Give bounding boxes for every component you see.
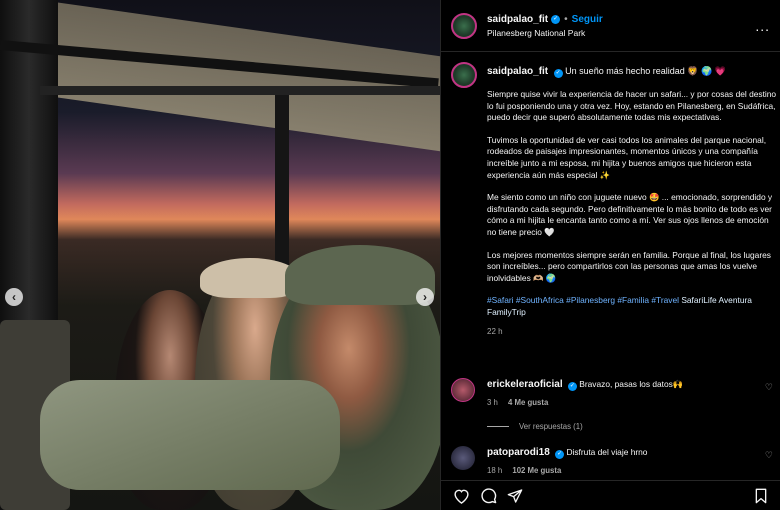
comment-likes[interactable]: 102 Me gusta [512,466,561,475]
hashtag-link[interactable]: #Pilanesberg [566,295,615,305]
post-header: saidpalao_fit ✓ • Seguir Pilanesberg Nat… [441,0,780,52]
carousel-next-button[interactable]: › [416,288,434,306]
post-caption: saidpalao_fit ✓ Un sueño más hecho reali… [451,62,776,382]
caption-paragraph: Los mejores momentos siempre serán en fa… [487,249,771,283]
comment-item: erickeleraoficial ✓ Bravazo, pasas los d… [451,378,773,418]
caption-paragraph: Tuvimos la oportunidad de ver casi todos… [487,134,767,180]
share-icon[interactable] [506,487,524,505]
comment-time: 18 h [487,466,503,475]
commenter-avatar[interactable] [451,378,475,402]
post-location[interactable]: Pilanesberg National Park [487,28,603,38]
verified-badge-icon: ✓ [555,450,565,459]
comment-text: Bravazo, pasas los datos🙌 [579,379,684,389]
replies-divider [487,426,509,427]
commenter-avatar[interactable] [451,446,475,470]
hashtag-link[interactable]: #SouthAfrica [516,295,564,305]
hashtag-link[interactable]: #Familia [617,295,649,305]
cap-figure [285,245,435,305]
arm-figure [40,380,340,490]
comment-time: 3 h [487,398,498,407]
comment-text: Disfruta del viaje hrno [566,447,648,457]
post-details-panel: saidpalao_fit ✓ • Seguir Pilanesberg Nat… [440,0,780,510]
verified-badge-icon: ✓ [551,14,561,24]
heart-icon[interactable] [452,487,470,505]
verified-badge-icon: ✓ [567,382,577,391]
commenter-username[interactable]: erickeleraoficial [487,379,563,390]
comment-likes[interactable]: 4 Me gusta [508,398,548,407]
caption-paragraph: Me siento como un niño con juguete nuevo… [487,192,773,237]
author-username[interactable]: saidpalao_fit [487,14,548,25]
hashtag-link[interactable]: #Travel [651,295,679,305]
separator-dot: • [564,13,568,25]
verified-badge-icon: ✓ [553,69,563,78]
comment-like-heart-icon[interactable]: ♡ [765,450,773,461]
comment-like-heart-icon[interactable]: ♡ [765,382,773,393]
caption-headline: Un sueño más hecho realidad 🦁 🌍 💗 [565,66,726,76]
post-photo[interactable]: ‹ › [0,0,440,510]
view-replies-label: Ver respuestas (1) [519,422,583,431]
caption-hashtags: #Safari #SouthAfrica #Pilanesberg #Famil… [487,295,779,318]
commenter-username[interactable]: patoparodi18 [487,447,550,458]
carousel-prev-button[interactable]: ‹ [5,288,23,306]
more-options-icon[interactable]: ... [755,18,770,34]
caption-author-username[interactable]: saidpalao_fit [487,66,548,77]
vehicle-frame [40,86,440,95]
view-replies-button[interactable]: Ver respuestas (1) [487,422,583,431]
hashtag-link[interactable]: #Safari [487,295,514,305]
caption-author-avatar[interactable] [451,62,477,88]
caption-timestamp: 22 h [487,326,503,336]
bookmark-icon[interactable] [752,487,770,505]
vehicle-frame [275,90,289,280]
caption-paragraph: Siempre quise vivir la experiencia de ha… [487,89,777,123]
post-actions-bar [441,480,780,510]
follow-button[interactable]: Seguir [572,14,603,25]
author-avatar[interactable] [451,12,477,39]
comment-icon[interactable] [479,487,497,505]
